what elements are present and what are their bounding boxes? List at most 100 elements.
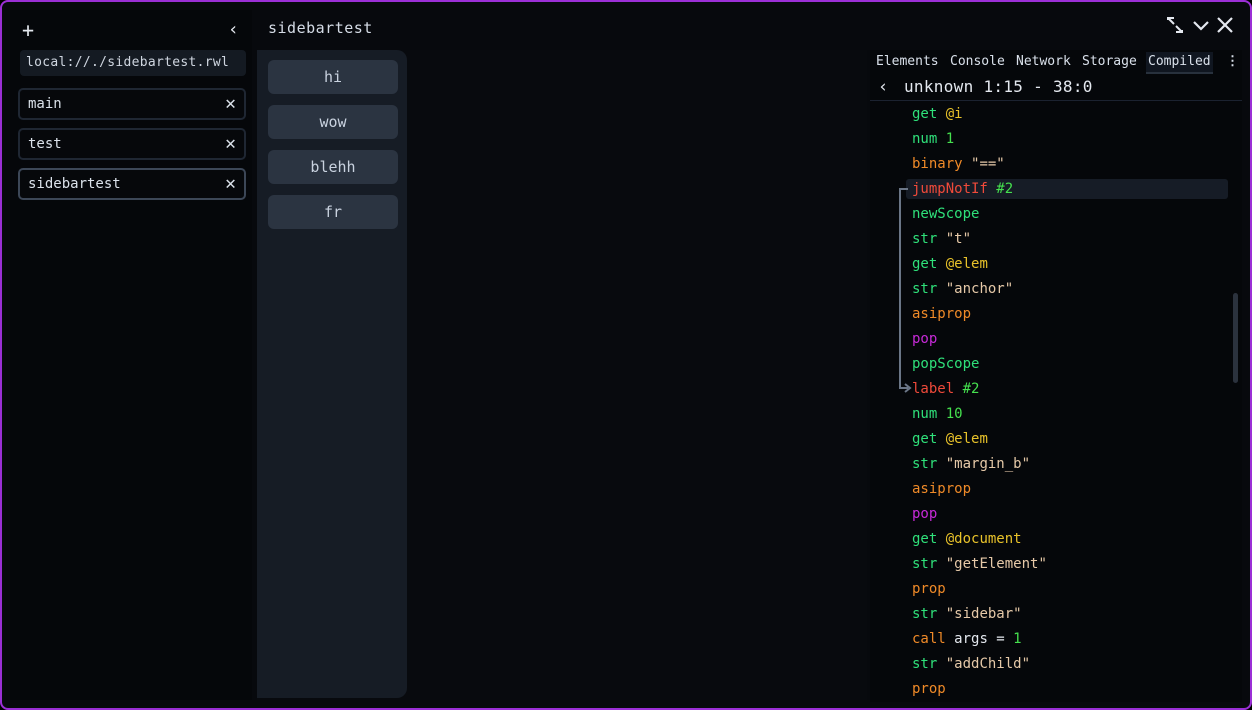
tab-sidebar: + ‹ local://./sidebartest.rwl main ✕ tes… xyxy=(10,10,252,700)
code-line[interactable]: str "getElement" xyxy=(912,554,1047,574)
operand: 1 xyxy=(945,131,955,147)
tab-main[interactable]: main ✕ xyxy=(18,88,246,120)
page-sidebar: hi wow blehh fr xyxy=(257,50,407,698)
new-tab-plus-icon[interactable]: + xyxy=(22,20,34,40)
code-line[interactable]: str "sidebar" xyxy=(912,604,1022,624)
opcode: pop xyxy=(912,506,938,522)
close-tab-icon[interactable]: ✕ xyxy=(225,170,236,198)
close-tab-icon[interactable]: ✕ xyxy=(225,130,236,158)
code-line[interactable]: pop xyxy=(912,504,937,524)
code-line[interactable]: num 10 xyxy=(912,404,963,424)
opcode: jumpNotIf xyxy=(912,181,988,197)
tab-compiled[interactable]: Compiled xyxy=(1146,52,1213,74)
code-line[interactable]: label #2 xyxy=(912,379,979,399)
opcode: get xyxy=(912,256,938,272)
opcode: prop xyxy=(912,581,946,597)
code-line[interactable]: str "anchor" xyxy=(912,279,1013,299)
opcode: str xyxy=(912,556,938,572)
browser-window: + ‹ local://./sidebartest.rwl main ✕ tes… xyxy=(0,0,1252,710)
opcode: num xyxy=(912,406,938,422)
code-line[interactable]: get @elem xyxy=(912,254,988,274)
opcode: str xyxy=(912,231,938,247)
code-line[interactable]: binary "==" xyxy=(912,154,1005,174)
code-line[interactable]: jumpNotIf #2 xyxy=(912,179,1013,199)
opcode: newScope xyxy=(912,206,980,222)
tab-storage[interactable]: Storage xyxy=(1080,52,1139,72)
operand: @document xyxy=(945,531,1022,547)
operand: "anchor" xyxy=(945,281,1014,297)
tab-console[interactable]: Console xyxy=(948,52,1007,72)
tab-network[interactable]: Network xyxy=(1014,52,1073,72)
operand: "==" xyxy=(971,156,1005,172)
sidebar-button-fr[interactable]: fr xyxy=(268,195,398,229)
code-line[interactable]: asiprop xyxy=(912,304,971,324)
opcode: label xyxy=(912,381,955,397)
collapse-sidebar-chevron-left-icon[interactable]: ‹ xyxy=(228,20,239,40)
opcode: get xyxy=(912,431,938,447)
code-line[interactable]: str "margin_b" xyxy=(912,454,1030,474)
code-line[interactable]: str "addChild" xyxy=(912,654,1030,674)
jump-arrow xyxy=(899,188,912,393)
operand: args = xyxy=(954,631,1014,647)
code-line[interactable]: newScope xyxy=(912,204,979,224)
operand: "t" xyxy=(945,231,972,247)
opcode: prop xyxy=(912,681,946,697)
scrollbar[interactable] xyxy=(1233,293,1238,383)
close-tab-icon[interactable]: ✕ xyxy=(225,90,236,118)
code-line[interactable]: popScope xyxy=(912,354,979,374)
tab-label: sidebartest xyxy=(28,176,121,192)
opcode: num xyxy=(912,131,938,147)
opcode: get xyxy=(912,106,938,122)
opcode: str xyxy=(912,656,938,672)
compiled-header: ‹ unknown 1:15 - 38:0 xyxy=(870,74,1242,101)
opcode: str xyxy=(912,281,938,297)
operand: "margin_b" xyxy=(945,456,1031,472)
code-line[interactable]: get @i xyxy=(912,104,963,124)
opcode: call xyxy=(912,631,946,647)
source-location: unknown 1:15 - 38:0 xyxy=(904,77,1093,96)
page-title: sidebartest xyxy=(268,19,373,37)
back-chevron-icon[interactable]: ‹ xyxy=(878,74,888,100)
operand: 1 xyxy=(1013,631,1022,647)
close-window-icon[interactable] xyxy=(1216,16,1234,40)
opcode: asiprop xyxy=(912,306,972,322)
operand: @i xyxy=(945,106,963,122)
devtools-panel: Elements Console Network Storage Compile… xyxy=(870,50,1242,702)
sidebar-button-hi[interactable]: hi xyxy=(268,60,398,94)
url-bar[interactable]: local://./sidebartest.rwl xyxy=(20,50,246,76)
code-line[interactable]: asiprop xyxy=(912,479,971,499)
operand: @elem xyxy=(945,431,988,447)
operand: "getElement" xyxy=(945,556,1047,572)
code-line[interactable]: get @elem xyxy=(912,429,988,449)
opcode: popScope xyxy=(912,356,980,372)
sidebar-button-blehh[interactable]: blehh xyxy=(268,150,398,184)
operand: "sidebar" xyxy=(945,606,1022,622)
opcode: str xyxy=(912,456,938,472)
code-line[interactable]: str "t" xyxy=(912,229,971,249)
operand: #2 xyxy=(962,381,980,397)
tab-elements[interactable]: Elements xyxy=(874,52,941,72)
more-options-icon[interactable]: ⋮ xyxy=(1224,52,1241,72)
tab-sidebartest[interactable]: sidebartest ✕ xyxy=(18,168,246,200)
opcode: str xyxy=(912,606,938,622)
opcode: get xyxy=(912,531,938,547)
operand: #2 xyxy=(996,181,1014,197)
opcode: binary xyxy=(912,156,963,172)
tab-test[interactable]: test ✕ xyxy=(18,128,246,160)
page-content: hi wow blehh fr xyxy=(257,50,867,700)
code-line[interactable]: get @document xyxy=(912,529,1022,549)
resize-icon[interactable] xyxy=(1166,16,1184,40)
opcode: asiprop xyxy=(912,481,972,497)
operand: @elem xyxy=(945,256,988,272)
code-line[interactable]: prop xyxy=(912,679,946,699)
devtools-tabs: Elements Console Network Storage Compile… xyxy=(870,52,1242,74)
operand: "addChild" xyxy=(945,656,1031,672)
operand: 10 xyxy=(945,406,963,422)
code-line[interactable]: pop xyxy=(912,329,937,349)
chevron-down-icon[interactable] xyxy=(1192,16,1210,40)
sidebar-button-wow[interactable]: wow xyxy=(268,105,398,139)
tab-label: test xyxy=(28,136,62,152)
code-line[interactable]: call args = 1 xyxy=(912,629,1022,649)
code-line[interactable]: prop xyxy=(912,579,946,599)
code-line[interactable]: num 1 xyxy=(912,129,954,149)
